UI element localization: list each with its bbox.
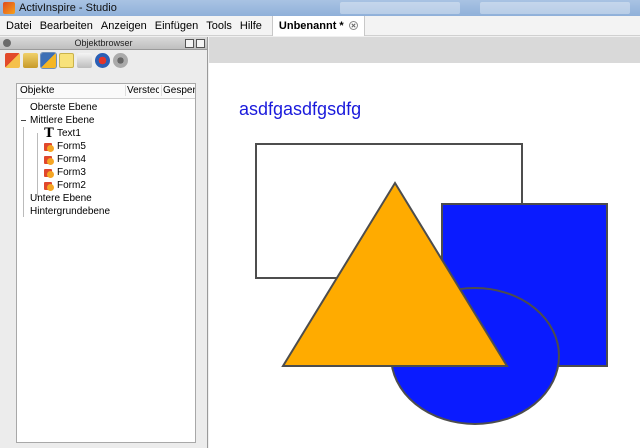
- tree-label: Form4: [57, 154, 86, 165]
- object-tree: Objekte Versteckt Gesperrt Oberste Ebene…: [16, 83, 196, 443]
- object-browser-icon[interactable]: [40, 51, 57, 69]
- tree-row-middle-layer[interactable]: Mittlere Ebene: [20, 114, 94, 127]
- expander: [20, 195, 27, 202]
- tree-label: Untere Ebene: [30, 193, 92, 204]
- tree-label: Form3: [57, 167, 86, 178]
- tree-row-form5[interactable]: Form5: [44, 140, 86, 153]
- tree-row-form2[interactable]: Form2: [44, 179, 86, 192]
- browser-toolbar: [0, 50, 207, 70]
- tree-row-form4[interactable]: Form4: [44, 153, 86, 166]
- column-hidden[interactable]: Versteckt: [125, 85, 159, 96]
- object-browser-title: Objektbrowser: [74, 38, 133, 48]
- object-browser-panel: Objektbrowser Objekte Versteckt Gesperrt…: [0, 37, 208, 448]
- menu-datei[interactable]: Datei: [0, 16, 36, 36]
- expander: [20, 104, 27, 111]
- flipchart-page[interactable]: asdfgasdfgsdfg: [209, 63, 640, 448]
- shape-object-icon: [44, 142, 54, 152]
- collapse-icon[interactable]: [20, 117, 27, 124]
- title-bar: ActivInspire - Studio: [0, 0, 640, 16]
- tree-row-bottom-layer[interactable]: Untere Ebene: [20, 192, 92, 205]
- close-tab-icon[interactable]: [348, 21, 358, 30]
- menu-anzeigen[interactable]: Anzeigen: [97, 16, 151, 36]
- tree-row-top-layer[interactable]: Oberste Ebene: [20, 101, 97, 114]
- menu-bar: Datei Bearbeiten Anzeigen Einfügen Tools…: [0, 15, 640, 36]
- app-logo-icon: [3, 2, 15, 14]
- notes-browser-icon[interactable]: [59, 52, 74, 68]
- tree-label: Text1: [57, 128, 81, 139]
- menu-tools[interactable]: Tools: [202, 16, 236, 36]
- column-objects[interactable]: Objekte: [20, 85, 120, 96]
- window-title: ActivInspire - Studio: [19, 2, 117, 14]
- document-tab-label: Unbenannt *: [278, 19, 344, 32]
- tree-label: Oberste Ebene: [30, 102, 98, 113]
- shape-object-icon: [44, 181, 54, 191]
- background-window-ghost: [480, 2, 630, 14]
- menu-hilfe[interactable]: Hilfe: [236, 16, 266, 36]
- background-window-ghost: [340, 2, 460, 14]
- tree-label: Form2: [57, 180, 86, 191]
- maximize-panel-icon[interactable]: [196, 39, 205, 48]
- tree-header: Objekte Versteckt Gesperrt: [17, 84, 195, 99]
- tree-label: Hintergrundebene: [30, 206, 111, 217]
- resource-browser-icon[interactable]: [23, 52, 38, 68]
- shape-object-icon: [44, 155, 54, 165]
- tree-row-text1[interactable]: T Text1: [44, 127, 81, 140]
- tree-label: Mittlere Ebene: [30, 115, 95, 126]
- menu-einfuegen[interactable]: Einfügen: [151, 16, 202, 36]
- object-browser-header: Objektbrowser: [0, 37, 207, 50]
- close-panel-icon[interactable]: [3, 39, 11, 47]
- tree-label: Form5: [57, 141, 86, 152]
- shape-object-icon: [44, 168, 54, 178]
- property-browser-icon[interactable]: [77, 52, 92, 68]
- action-browser-icon[interactable]: [95, 52, 110, 68]
- pin-panel-icon[interactable]: [185, 39, 194, 48]
- tree-row-form3[interactable]: Form3: [44, 166, 86, 179]
- canvas-area: asdfgasdfgsdfg: [209, 37, 640, 448]
- menu-bearbeiten[interactable]: Bearbeiten: [36, 16, 97, 36]
- voting-browser-icon[interactable]: [113, 52, 128, 68]
- tree-connector: [37, 133, 38, 197]
- expander: [20, 208, 27, 215]
- text-object-icon: T: [44, 125, 54, 141]
- tree-row-background-layer[interactable]: Hintergrundebene: [20, 205, 110, 218]
- page-browser-icon[interactable]: [5, 52, 20, 68]
- shapes-layer: [255, 143, 608, 425]
- document-tab[interactable]: Unbenannt *: [271, 15, 365, 36]
- column-locked[interactable]: Gesperrt: [161, 85, 195, 96]
